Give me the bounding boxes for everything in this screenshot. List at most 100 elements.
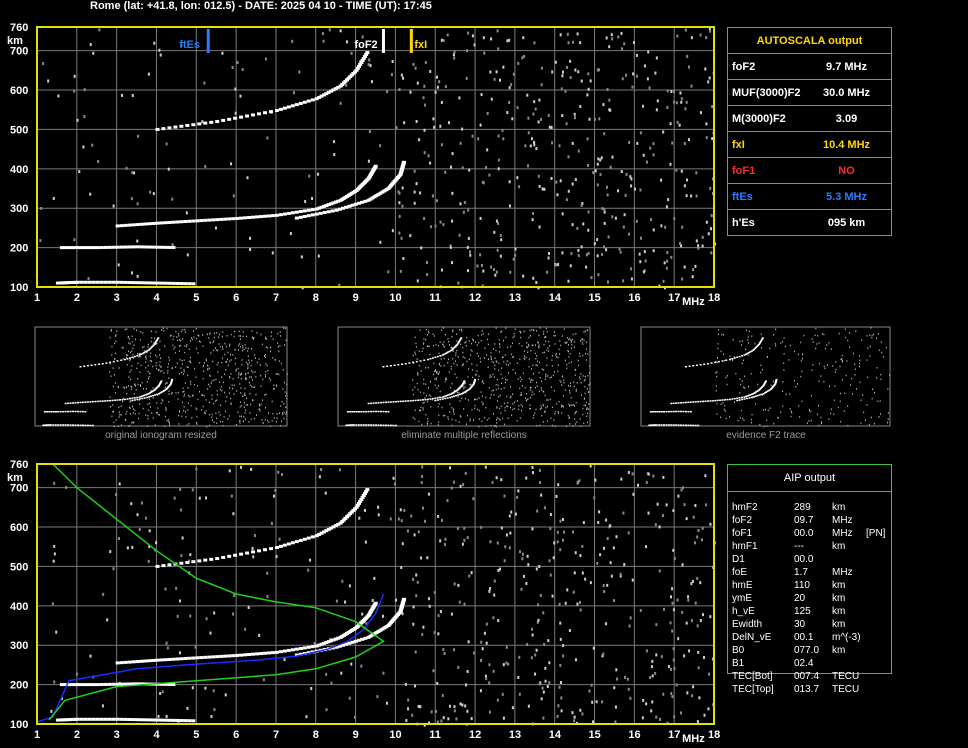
thumb-noise [465, 344, 467, 347]
thumb-noise [490, 357, 492, 359]
thumb-noise [436, 370, 438, 373]
thumb-noise [477, 355, 479, 358]
echo-point [233, 553, 238, 557]
thumb-noise [172, 344, 174, 347]
noise-dot [671, 601, 674, 605]
noise-dot [480, 525, 483, 529]
thumb-noise [243, 394, 245, 396]
noise-dot [705, 136, 708, 140]
noise-dot [694, 504, 697, 508]
noise-dot [485, 622, 488, 626]
thumb-noise [418, 364, 420, 367]
thumb-noise [449, 411, 451, 413]
thumb-noise [583, 331, 585, 333]
noise-dot [232, 194, 235, 198]
echo-point [268, 110, 273, 114]
noise-dot [597, 520, 600, 524]
noise-dot [406, 529, 409, 533]
thumb-noise [221, 335, 223, 338]
noise-dot [564, 89, 567, 93]
thumb-noise [870, 416, 872, 419]
echo-point [103, 280, 108, 284]
thumb-noise [476, 364, 478, 367]
noise-dot [683, 265, 686, 269]
thumb-noise [282, 412, 284, 414]
thumb-noise [248, 361, 250, 364]
noise-dot [441, 518, 444, 522]
noise-dot [165, 715, 168, 719]
thumb-noise [551, 354, 553, 357]
thumb-noise [861, 339, 863, 341]
noise-dot [500, 478, 503, 482]
noise-dot [552, 556, 555, 560]
thumb-noise [238, 373, 240, 376]
thumb-noise [746, 329, 748, 332]
noise-dot [538, 98, 541, 102]
thumb-noise [878, 416, 880, 418]
thumb-echo [77, 410, 79, 413]
thumb-noise [793, 350, 795, 353]
thumb-noise [815, 347, 817, 350]
thumb-noise [276, 385, 278, 387]
echo-point [147, 222, 152, 226]
thumb-noise [784, 345, 786, 348]
thumb-noise [582, 375, 584, 377]
aip-cell: 00.0 [794, 528, 814, 539]
noise-dot [694, 264, 697, 268]
noise-dot [249, 248, 252, 252]
noise-dot [671, 587, 674, 591]
thumb-noise [240, 415, 242, 418]
thumb-noise [851, 377, 853, 380]
noise-dot [707, 80, 710, 84]
thumb-noise [526, 393, 528, 395]
noise-dot [410, 514, 413, 518]
thumb-noise [482, 402, 484, 405]
echo-point [95, 683, 100, 687]
thumb-noise [832, 365, 834, 367]
noise-dot [572, 590, 575, 594]
noise-dot [533, 100, 536, 104]
noise-dot [450, 165, 453, 169]
thumb-noise [546, 349, 548, 352]
noise-dot [461, 542, 464, 546]
thumb-noise [425, 383, 427, 385]
noise-dot [159, 691, 162, 695]
thumb-noise [138, 412, 140, 415]
thumb-noise [818, 424, 820, 427]
thumb-noise [873, 333, 875, 336]
noise-dot [671, 629, 674, 633]
thumb-noise [536, 385, 538, 387]
thumb-noise [566, 337, 568, 339]
noise-dot [696, 535, 699, 539]
thumb-noise [543, 391, 545, 393]
thumb-noise [247, 355, 249, 357]
thumb-noise [569, 390, 571, 392]
thumb-noise [553, 371, 555, 373]
thumb-noise [494, 357, 496, 359]
thumb-noise [282, 388, 284, 390]
thumb-noise [211, 416, 213, 418]
noise-dot [542, 690, 545, 694]
thumb-noise [569, 338, 571, 340]
thumb-noise [783, 362, 785, 364]
noise-dot [643, 64, 646, 68]
noise-dot [117, 263, 120, 267]
noise-dot [555, 494, 558, 498]
thumb-noise [573, 404, 575, 406]
noise-dot [709, 227, 712, 231]
thumb-noise [234, 330, 236, 333]
thumb-echo [94, 364, 97, 366]
thumb-noise [242, 349, 244, 352]
thumb-echo [365, 410, 368, 413]
thumb-noise [567, 415, 569, 417]
thumb-noise [110, 328, 112, 331]
thumb-noise [530, 386, 532, 389]
thumb-noise [543, 330, 545, 333]
noise-dot [537, 603, 540, 607]
thumb-noise [565, 342, 567, 345]
noise-dot [426, 273, 429, 277]
thumb-echo [684, 410, 687, 413]
noise-dot [663, 261, 666, 265]
thumb-noise [507, 372, 509, 374]
noise-dot [423, 216, 426, 220]
